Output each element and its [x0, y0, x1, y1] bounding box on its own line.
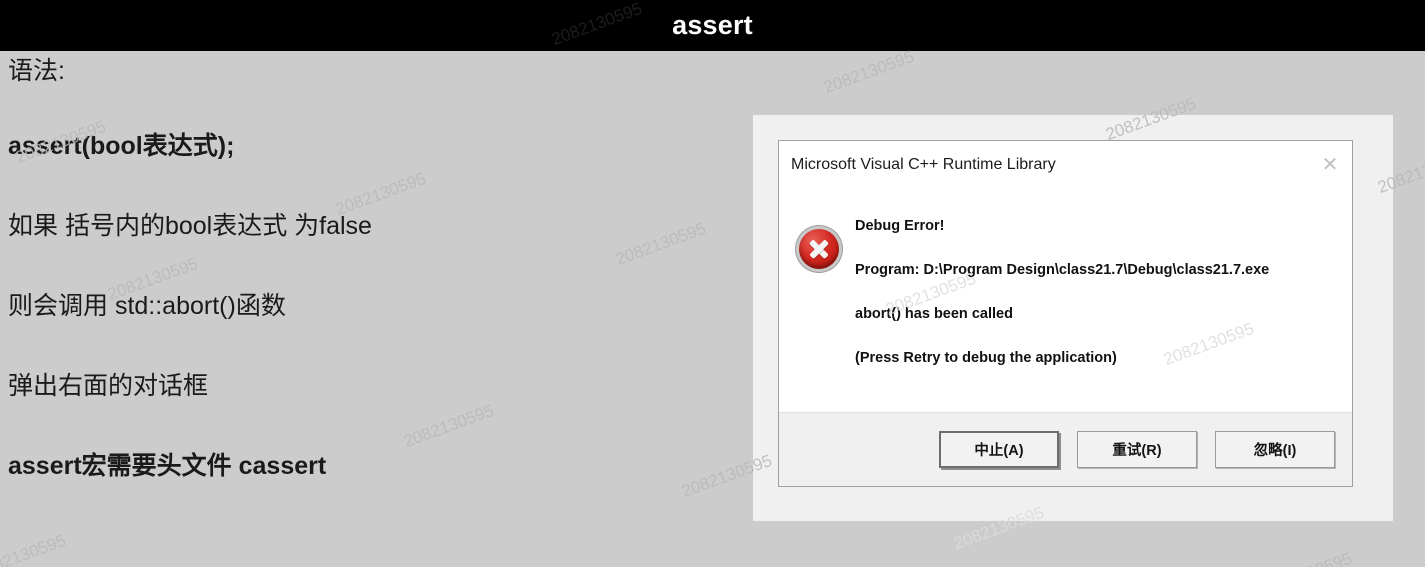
runtime-error-dialog: Microsoft Visual C++ Runtime Library ✕ D… — [778, 140, 1353, 487]
slide-body-text: 语法: assert(bool表达式); 如果 括号内的bool表达式 为fal… — [8, 58, 728, 480]
dialog-message-block: Debug Error! Program: D:\Program Design\… — [855, 211, 1336, 367]
text-line-if-false: 如果 括号内的bool表达式 为false — [8, 212, 372, 240]
dialog-title: Microsoft Visual C++ Runtime Library — [791, 156, 1056, 173]
watermark-text: 2082130595 — [1259, 549, 1355, 567]
slide-canvas: 2082130595 2082130595 2082130595 2082130595… — [0, 0, 1425, 567]
message-abort-called: abort() has been called — [855, 306, 1013, 322]
retry-button[interactable]: 重试(R) — [1077, 431, 1197, 468]
error-icon — [799, 229, 839, 269]
text-line-assert-syntax: assert(bool表达式); — [8, 132, 235, 160]
ignore-button[interactable]: 忽略(I) — [1215, 431, 1335, 468]
slide-header-bar: assert — [0, 0, 1425, 51]
watermark-text: 2082130595 — [821, 46, 917, 98]
text-line-popup-dialog: 弹出右面的对话框 — [8, 372, 209, 400]
message-press-retry: (Press Retry to debug the application) — [855, 350, 1117, 366]
page-title: assert — [672, 10, 753, 40]
message-program-path: Program: D:\Program Design\class21.7\Deb… — [855, 262, 1270, 278]
text-line-syntax-label: 语法: — [8, 57, 65, 85]
dialog-titlebar: Microsoft Visual C++ Runtime Library ✕ — [779, 141, 1352, 189]
watermark-text: 2082130595 — [0, 530, 69, 567]
message-debug-error: Debug Error! — [855, 218, 945, 234]
dialog-body: Debug Error! Program: D:\Program Design\… — [779, 189, 1352, 412]
dialog-outer-panel: Microsoft Visual C++ Runtime Library ✕ D… — [753, 115, 1393, 521]
text-line-calls-abort: 则会调用 std::abort()函数 — [8, 292, 286, 320]
text-line-header-cassert: assert宏需要头文件 cassert — [8, 452, 327, 480]
close-icon[interactable]: ✕ — [1308, 143, 1352, 187]
abort-button[interactable]: 中止(A) — [939, 431, 1059, 468]
dialog-button-bar: 中止(A) 重试(R) 忽略(I) — [779, 412, 1352, 486]
